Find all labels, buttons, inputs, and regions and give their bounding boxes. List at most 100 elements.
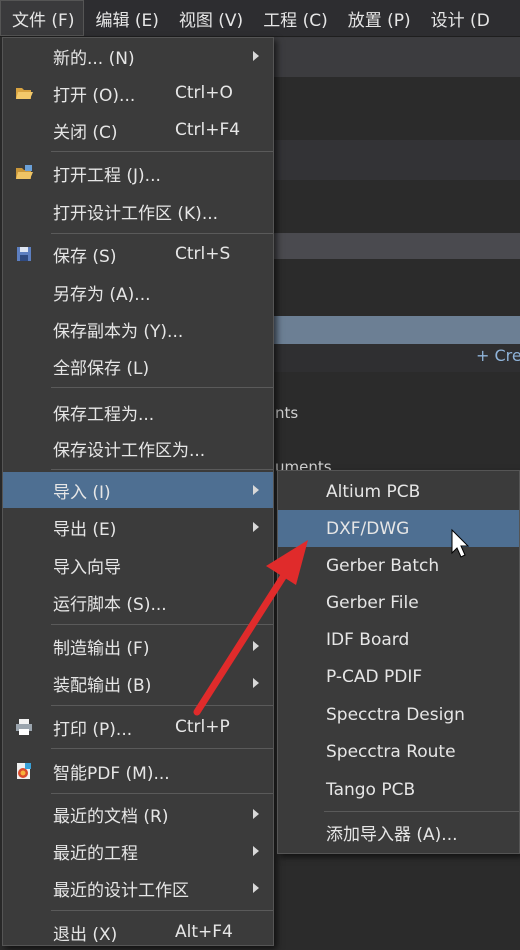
submenu-item-label: Tango PCB — [326, 779, 416, 800]
menu-item-recent-projects[interactable]: 最近的工程 — [3, 833, 273, 869]
menu-item-smart-pdf[interactable]: 智能PDF (M)... — [3, 753, 273, 789]
open-folder-icon — [16, 88, 33, 99]
submenu-arrow-icon — [253, 485, 259, 495]
background-panel-header — [260, 140, 520, 180]
submenu-item-label: DXF/DWG — [326, 518, 410, 539]
menu-view[interactable]: 视图 (V) — [168, 0, 252, 36]
menu-item-label: 导出 (E) — [53, 519, 117, 540]
submenu-item-label: P-CAD PDIF — [326, 666, 423, 687]
menu-item-label: 保存设计工作区为... — [53, 440, 206, 461]
create-link[interactable]: + Cre — [476, 346, 520, 365]
menu-item-label: 装配输出 (B) — [53, 675, 152, 696]
shortcut-label: Ctrl+F4 — [175, 120, 241, 140]
menu-file[interactable]: 文件 (F) — [0, 0, 85, 36]
menu-separator — [51, 910, 273, 911]
menu-item-label: 最近的工程 — [53, 843, 138, 864]
menu-item-label: 打印 (P)... — [53, 719, 133, 740]
submenu-item-label: Specctra Design — [326, 704, 465, 725]
background-selected-row — [260, 316, 520, 344]
menu-item-label: 保存工程为... — [53, 404, 155, 425]
submenu-arrow-icon — [253, 846, 259, 856]
menu-item-label: 导入向导 — [53, 557, 121, 578]
menu-item-fab-outputs[interactable]: 制造输出 (F) — [3, 628, 273, 664]
submenu-item-tango-pcb[interactable]: Tango PCB — [278, 771, 519, 808]
submenu-arrow-icon — [253, 51, 259, 61]
menu-item-save-as[interactable]: 另存为 (A)... — [3, 274, 273, 310]
shortcut-label: Ctrl+O — [175, 83, 233, 103]
file-menu: 新的... (N) 打开 (O)... Ctrl+O 关闭 (C) Ctrl+F… — [2, 37, 274, 946]
menu-item-recent-docs[interactable]: 最近的文档 (R) — [3, 796, 273, 832]
menu-item-label: 打开设计工作区 (K)... — [53, 203, 219, 224]
menu-item-label: 打开 (O)... — [53, 85, 136, 106]
submenu-arrow-icon — [253, 809, 259, 819]
menu-item-import[interactable]: 导入 (I) — [3, 472, 273, 508]
submenu-arrow-icon — [253, 678, 259, 688]
menu-item-label: 打开工程 (J)... — [53, 165, 161, 186]
menu-item-recent-workspaces[interactable]: 最近的设计工作区 — [3, 870, 273, 906]
submenu-item-pcad-pdif[interactable]: P-CAD PDIF — [278, 658, 519, 695]
shortcut-label: Alt+F4 — [175, 922, 233, 942]
background-text: nts — [275, 404, 299, 422]
shortcut-label: Ctrl+S — [175, 244, 231, 264]
background-toolbar — [260, 37, 520, 77]
menu-item-label: 关闭 (C) — [53, 122, 118, 143]
menu-item-label: 最近的设计工作区 — [53, 880, 189, 901]
menu-item-run-script[interactable]: 运行脚本 (S)... — [3, 584, 273, 620]
menu-item-label: 新的... (N) — [53, 48, 135, 69]
menu-item-save-all[interactable]: 全部保存 (L) — [3, 348, 273, 384]
menu-separator — [51, 469, 273, 470]
menu-place[interactable]: 放置 (P) — [337, 0, 420, 36]
menu-item-save-workspace-as[interactable]: 保存设计工作区为... — [3, 430, 273, 466]
shortcut-label: Ctrl+P — [175, 717, 230, 737]
menu-item-import-wizard[interactable]: 导入向导 — [3, 547, 273, 583]
menu-item-exit[interactable]: 退出 (X) Alt+F4 — [3, 914, 273, 950]
submenu-item-idf-board[interactable]: IDF Board — [278, 621, 519, 658]
menu-design[interactable]: 设计 (D — [420, 0, 499, 36]
menu-item-open-workspace[interactable]: 打开设计工作区 (K)... — [3, 193, 273, 229]
menu-separator — [51, 793, 273, 794]
submenu-arrow-icon — [253, 522, 259, 532]
menu-item-save[interactable]: 保存 (S) Ctrl+S — [3, 236, 273, 272]
submenu-item-altium-pcb[interactable]: Altium PCB — [278, 473, 519, 510]
menu-item-assembly-outputs[interactable]: 装配输出 (B) — [3, 665, 273, 701]
save-disk-icon — [17, 247, 31, 261]
import-submenu: Altium PCB DXF/DWG Gerber Batch Gerber F… — [277, 470, 520, 854]
submenu-item-specctra-design[interactable]: Specctra Design — [278, 696, 519, 733]
menu-item-label: 保存 (S) — [53, 246, 117, 267]
menu-item-new[interactable]: 新的... (N) — [3, 38, 273, 74]
submenu-item-label: Altium PCB — [326, 481, 421, 502]
menu-item-open-project[interactable]: 打开工程 (J)... — [3, 155, 273, 191]
menu-bar: 文件 (F) 编辑 (E) 视图 (V) 工程 (C) 放置 (P) 设计 (D — [0, 0, 520, 37]
menu-item-label: 退出 (X) — [53, 924, 118, 945]
open-project-icon — [16, 165, 33, 179]
menu-edit[interactable]: 编辑 (E) — [84, 0, 167, 36]
menu-project[interactable]: 工程 (C) — [252, 0, 337, 36]
menu-separator — [324, 811, 519, 812]
submenu-item-specctra-route[interactable]: Specctra Route — [278, 733, 519, 770]
menu-separator — [51, 748, 273, 749]
menu-item-print[interactable]: 打印 (P)... Ctrl+P — [3, 709, 273, 745]
menu-item-label: 制造输出 (F) — [53, 638, 150, 659]
submenu-item-label: Specctra Route — [326, 741, 456, 762]
background-search-bar — [260, 233, 520, 259]
submenu-arrow-icon — [253, 883, 259, 893]
menu-item-save-copy-as[interactable]: 保存副本为 (Y)... — [3, 311, 273, 347]
submenu-item-gerber-file[interactable]: Gerber File — [278, 584, 519, 621]
menu-item-label: 导入 (I) — [53, 482, 111, 503]
submenu-item-label: Gerber File — [326, 592, 419, 613]
menu-item-label: 智能PDF (M)... — [53, 763, 170, 784]
menu-item-open[interactable]: 打开 (O)... Ctrl+O — [3, 75, 273, 111]
printer-icon — [16, 719, 32, 735]
menu-separator — [51, 151, 273, 152]
submenu-item-add-importer[interactable]: 添加导入器 (A)... — [278, 814, 519, 851]
menu-item-close[interactable]: 关闭 (C) Ctrl+F4 — [3, 112, 273, 148]
submenu-item-gerber-batch[interactable]: Gerber Batch — [278, 547, 519, 584]
menu-separator — [51, 233, 273, 234]
menu-item-save-project-as[interactable]: 保存工程为... — [3, 394, 273, 430]
menu-item-label: 全部保存 (L) — [53, 358, 150, 379]
menu-separator — [51, 624, 273, 625]
menu-separator — [51, 387, 273, 388]
menu-item-export[interactable]: 导出 (E) — [3, 509, 273, 545]
submenu-item-dxf-dwg[interactable]: DXF/DWG — [278, 510, 519, 547]
submenu-item-label: Gerber Batch — [326, 555, 440, 576]
